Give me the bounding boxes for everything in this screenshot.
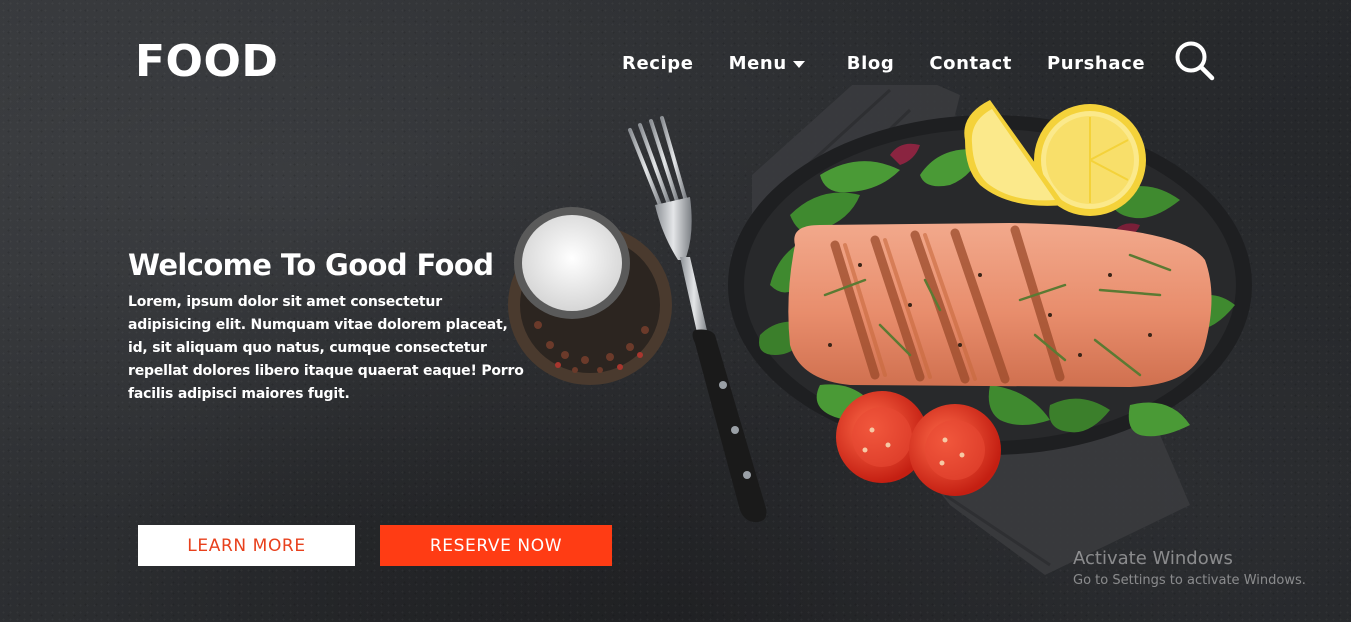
nav-item-label: Blog [846, 52, 895, 74]
hero-intro-text: Lorem, ipsum dolor sit amet consectetur … [128, 294, 524, 402]
caret-down-icon [792, 60, 805, 68]
salt-bowl [508, 207, 672, 385]
search-icon [1175, 41, 1215, 81]
nav-item-purchase[interactable]: Purshace [1047, 53, 1145, 74]
main-nav: Recipe Menu Blog Contact Purshace [622, 50, 1145, 76]
hero-headline: Welcome To Good Food [128, 248, 494, 282]
watermark-title: Activate Windows [1073, 548, 1233, 569]
nav-item-label: Purshace [1046, 52, 1146, 74]
logo[interactable]: FOOD [135, 36, 278, 88]
search-button[interactable] [1172, 38, 1216, 82]
nav-item-label: Recipe [622, 52, 694, 74]
nav-item-blog[interactable]: Blog [847, 53, 895, 74]
learn-more-button[interactable]: LEARN MORE [138, 525, 355, 566]
reserve-now-button[interactable]: RESERVE NOW [380, 525, 612, 566]
watermark-subtitle: Go to Settings to activate Windows. [1073, 573, 1306, 588]
nav-item-menu[interactable]: Menu [729, 53, 805, 74]
nav-item-label: Contact [929, 52, 1012, 74]
nav-item-label: Menu [728, 52, 787, 74]
nav-item-contact[interactable]: Contact [929, 53, 1012, 74]
windows-activation-watermark: Activate Windows Go to Settings to activ… [1073, 547, 1306, 590]
nav-item-recipe[interactable]: Recipe [622, 53, 694, 74]
food-illustration [508, 85, 1252, 575]
